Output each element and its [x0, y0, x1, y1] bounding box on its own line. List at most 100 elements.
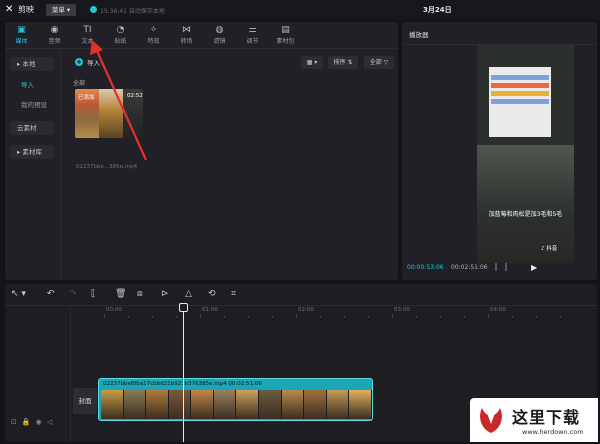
effects-icon: ✧	[149, 25, 158, 35]
current-time: 00:00:53:06	[407, 264, 444, 271]
tab-sticker[interactable]: ◔ 贴纸	[104, 22, 137, 48]
audio-icon: ◉	[50, 25, 59, 35]
media-sidebar: ▸ 本地 导入 我的预设 云素材 ▸ 素材库	[5, 49, 61, 280]
video-stripe	[491, 75, 549, 80]
sidebar-item-import[interactable]: 导入	[11, 78, 53, 92]
ruler-tick	[152, 316, 153, 318]
tab-filter[interactable]: ◍ 滤镜	[203, 22, 236, 48]
ruler-tick	[416, 316, 417, 318]
ruler-tick	[296, 314, 297, 318]
sort-button[interactable]: 排序 ⇅	[328, 56, 358, 69]
ruler-tick	[536, 316, 537, 318]
title-bar: ✕ 剪映 菜单 ▾ 15:36:41 自动保存本地 3月24日	[0, 0, 600, 20]
track-visible-icon[interactable]: ◉	[36, 418, 42, 426]
player-panel: 播放器 加蓝莓和肉松是加3毛和5毛 ♪ 抖音 00:00:53:06 00:02…	[402, 22, 597, 280]
tab-adjust[interactable]: ⚌ 调节	[236, 22, 269, 48]
import-button[interactable]: + 导入	[75, 57, 100, 67]
delete-icon[interactable]: 🗑	[115, 289, 126, 300]
track-thumbnail	[191, 390, 214, 419]
tab-text[interactable]: TI 文本	[71, 22, 104, 48]
tab-transition[interactable]: ⋈ 转场	[170, 22, 203, 48]
tab-label: 音频	[48, 38, 61, 45]
tab-package[interactable]: ▤ 素材包	[269, 22, 302, 48]
ruler-tick	[104, 314, 105, 318]
timeline-toolbar: ↖ ▾ ↶ ↷ ⟦ 🗑 ⧈ ⊳ △ ⟲ ⌗	[5, 284, 597, 306]
reverse-icon[interactable]: ⊳	[161, 289, 169, 300]
cover-button[interactable]: 封面	[73, 388, 97, 414]
track-thumbnail	[326, 390, 350, 419]
app-window: ✕ 剪映 菜单 ▾ 15:36:41 自动保存本地 3月24日 ▣ 媒体 ◉ 音频 TI…	[0, 0, 600, 444]
grid-icon[interactable]	[495, 263, 507, 271]
import-icon: +	[75, 58, 83, 66]
tab-effects[interactable]: ✧ 特效	[137, 22, 170, 48]
clip-thumbnail	[99, 89, 123, 138]
import-label: 导入	[87, 59, 100, 67]
sidebar-item-local[interactable]: ▸ 本地	[11, 57, 53, 71]
media-panel: ▣ 媒体 ◉ 音频 TI 文本 ◔ 贴纸 ✧ 特效 ⋈ 转场 ◍ 滤镜 ⚌ 调节 ▤ 素材包 ▸ 本地 导入 我的…	[5, 22, 398, 280]
media-clip-card[interactable]: 已添加 02:52	[75, 89, 143, 138]
tab-media[interactable]: ▣ 媒体	[5, 22, 38, 48]
view-toggle-button[interactable]: ▦ ▾	[301, 56, 323, 69]
track-thumbnail	[168, 390, 192, 419]
project-title: 3月24日	[423, 6, 452, 14]
tab-label: 调节	[246, 38, 259, 45]
site-watermark: 这里下载 www.herdown.com	[470, 398, 598, 442]
mirror-icon[interactable]: △	[185, 289, 192, 300]
download-logo-icon	[480, 408, 502, 433]
tab-label: 素材包	[276, 38, 295, 45]
ruler-tick-label: 04:00	[490, 307, 506, 313]
app-logo: ✕ 剪映	[5, 4, 34, 15]
video-watermark: ♪ 抖音	[541, 246, 558, 252]
filter-button[interactable]: 全部 ▽	[364, 56, 394, 69]
tab-audio[interactable]: ◉ 音频	[38, 22, 71, 48]
app-name: 剪映	[18, 5, 34, 14]
track-thumbnail	[146, 390, 169, 419]
track-audio-icon[interactable]: ◁	[47, 418, 52, 426]
save-status-icon	[90, 6, 97, 13]
undo-icon[interactable]: ↶	[47, 289, 55, 300]
freeze-icon[interactable]: ⧈	[137, 289, 143, 300]
track-lock-icon[interactable]: ⊡	[11, 418, 17, 426]
track-mute-icon[interactable]: 🔒	[22, 418, 31, 426]
tab-label: 文本	[81, 38, 94, 45]
watermark-url: www.herdown.com	[522, 428, 584, 436]
total-time: 00:02:51:06	[451, 264, 488, 271]
split-icon[interactable]: ⟦	[91, 289, 95, 300]
video-track-clip[interactable]: 02237bbe6fba17cbbd21b923b376385e.mp4 00:…	[98, 378, 373, 421]
playhead[interactable]	[183, 304, 184, 442]
video-stripe	[491, 83, 549, 88]
clip-added-badge: 已添加	[78, 95, 95, 101]
package-icon: ▤	[281, 25, 290, 35]
timeline-ruler[interactable]: 00:00 01:00 02:00 03:00 04:00	[100, 306, 597, 318]
ruler-tick	[560, 316, 561, 318]
track-thumbnail	[123, 390, 147, 419]
track-thumbnail	[236, 390, 260, 419]
video-stripe	[491, 99, 549, 104]
ruler-tick-label: 01:00	[202, 307, 218, 313]
video-preview[interactable]: 加蓝莓和肉松是加3毛和5毛 ♪ 抖音	[477, 45, 574, 263]
cursor-icon[interactable]: ↖ ▾	[11, 289, 26, 300]
ruler-tick	[272, 316, 273, 318]
ruler-tick-label: 03:00	[394, 307, 410, 313]
rotate-icon[interactable]: ⟲	[208, 289, 216, 300]
crop-icon[interactable]: ⌗	[231, 289, 236, 300]
play-icon[interactable]: ▶	[531, 263, 537, 272]
player-title: 播放器	[409, 31, 429, 39]
sidebar-item-library[interactable]: ▸ 素材库	[11, 145, 53, 159]
track-thumbnail	[213, 390, 237, 419]
ruler-tick	[320, 316, 321, 318]
playhead-handle[interactable]	[179, 303, 188, 312]
tab-label: 贴纸	[114, 38, 127, 45]
watermark-title: 这里下载	[512, 408, 581, 427]
menu-button[interactable]: 菜单 ▾	[46, 4, 76, 16]
transition-icon: ⋈	[182, 25, 191, 35]
redo-icon[interactable]: ↷	[69, 289, 77, 300]
media-icon: ▣	[17, 25, 26, 35]
ruler-tick	[224, 316, 225, 318]
clip-duration: 02:52	[127, 93, 143, 99]
ruler-tick	[344, 316, 345, 318]
sidebar-item-presets[interactable]: 我的预设	[11, 98, 53, 112]
ruler-tick	[200, 314, 201, 318]
clip-filename: 02237bbe...385e.mp4	[76, 164, 138, 170]
sidebar-item-cloud[interactable]: 云素材	[11, 121, 53, 135]
